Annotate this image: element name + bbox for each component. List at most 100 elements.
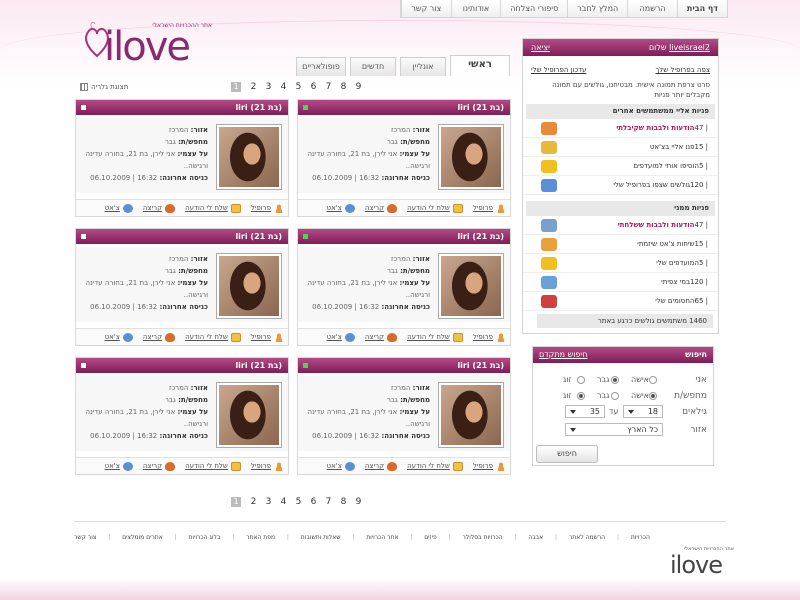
outgoing-row[interactable]: הודעות ולבבות ששלחתי | 47 [523,216,718,235]
wink-link[interactable]: קריצה [365,461,398,471]
nav-recommend[interactable]: המלץ לחבר [567,0,627,17]
page-link[interactable]: 7 [321,82,336,92]
profile-photo[interactable] [216,124,282,190]
footer-link[interactable]: הכרויות בסלולר [462,534,502,541]
age-from-select[interactable]: 18 [623,405,663,418]
area-select[interactable]: כל הארץ [565,423,663,436]
incoming-row-label[interactable]: הודעות ולבבות שקיבלתי [557,124,694,132]
profile-photo[interactable] [216,382,282,448]
chat-link[interactable]: צ'אט [327,203,355,213]
view-profile-link[interactable]: צפה בפרופיל שלך [656,66,710,74]
footer-link[interactable]: הרשמה לאתר [569,534,605,541]
profile-name-link[interactable]: liri (בת 21) [235,232,282,241]
page-link[interactable]: 8 [336,82,351,92]
page-link[interactable]: 6 [306,82,321,92]
footer-logo[interactable]: אתר ההכרויות הישראלי ilove [658,543,738,583]
i-am-woman-radio[interactable] [649,376,657,384]
i-am-man-radio[interactable] [611,376,619,384]
footer-link[interactable]: אתרים מומלצים [122,534,163,541]
page-link[interactable]: 6 [306,497,321,507]
wink-link[interactable]: קריצה [365,203,398,213]
page-link[interactable]: 8 [336,497,351,507]
footer-link[interactable]: הכרויות [631,534,650,541]
profile-name-link[interactable]: liri (בת 21) [457,103,504,112]
incoming-row[interactable]: הוסיפו אותי למועדפים | 5 [523,157,718,176]
site-logo[interactable]: אתר ההכרויות הישראלי ilove [84,8,224,70]
incoming-row-label[interactable]: פנו אליי בצ'אט [557,143,695,151]
footer-link[interactable]: צור קשר [74,534,96,541]
page-link[interactable]: 9 [351,82,366,92]
send-message-link[interactable]: שלח לי הודעה [185,203,241,213]
send-message-link[interactable]: שלח לי הודעה [185,461,241,471]
gallery-view-toggle[interactable]: תצוגת גלריה [80,83,128,91]
page-link[interactable]: 1 [231,82,241,92]
page-link[interactable]: 7 [321,497,336,507]
wink-link[interactable]: קריצה [143,461,176,471]
profile-name-link[interactable]: liri (בת 21) [457,232,504,241]
profile-link[interactable]: פרופיל [473,332,506,342]
nav-contact[interactable]: צור קשר [401,0,451,17]
footer-link[interactable]: אבבה [528,534,543,541]
profile-photo[interactable] [438,253,504,319]
page-link[interactable]: 3 [261,82,276,92]
page-link[interactable]: 3 [261,497,276,507]
seeking-woman-radio[interactable] [649,392,657,400]
profile-name-link[interactable]: liri (בת 21) [457,361,504,370]
incoming-row[interactable]: פנו אליי בצ'אט | 15 [523,138,718,157]
profile-photo[interactable] [216,253,282,319]
nav-success-stories[interactable]: סיפורי הצלחה [500,0,567,17]
edit-profile-link[interactable]: עדכון הפרופיל שלי [531,66,586,74]
incoming-row[interactable]: גולשים שצפו בפרופיל שלי | 120 [523,176,718,195]
nav-about[interactable]: אודותינו [450,0,501,17]
chat-link[interactable]: צ'אט [105,203,133,213]
i-am-couple-radio[interactable] [577,376,585,384]
profile-link[interactable]: פרופיל [473,203,506,213]
page-link[interactable]: 4 [276,82,291,92]
profile-photo[interactable] [438,382,504,448]
wink-link[interactable]: קריצה [143,332,176,342]
outgoing-row-label[interactable]: הודעות ולבבות ששלחתי [557,221,695,229]
profile-link[interactable]: פרופיל [251,203,284,213]
page-link[interactable]: 5 [291,82,306,92]
nav-home[interactable]: דף הבית [676,0,727,17]
profile-name-link[interactable]: liri (בת 21) [235,103,282,112]
wink-link[interactable]: קריצה [365,332,398,342]
outgoing-row[interactable]: במי צפיתי | 120 [523,273,718,292]
incoming-row-label[interactable]: הוסיפו אותי למועדפים [557,162,699,170]
footer-link[interactable]: פיזים [424,534,437,541]
page-link[interactable]: 9 [351,497,366,507]
tab-new[interactable]: חדשים [350,57,396,76]
profile-link[interactable]: פרופיל [251,461,284,471]
outgoing-row[interactable]: המועדפים שלי | 5 [523,254,718,273]
footer-link[interactable]: בלוג הכרויות [188,534,220,541]
profile-name-link[interactable]: liri (בת 21) [235,361,282,370]
send-message-link[interactable]: שלח לי הודעה [185,332,241,342]
page-link[interactable]: 5 [291,497,306,507]
page-link[interactable]: 2 [246,497,261,507]
profile-link[interactable]: פרופיל [473,461,506,471]
footer-link[interactable]: שאלות ותשובות [301,534,341,541]
incoming-row-label[interactable]: גולשים שצפו בפרופיל שלי [557,181,690,189]
profile-link[interactable]: פרופיל [251,332,284,342]
nav-register[interactable]: הרשמה [627,0,677,17]
footer-link[interactable]: מפת האתר [246,534,275,541]
chat-link[interactable]: צ'אט [327,332,355,342]
profile-photo[interactable] [438,124,504,190]
send-message-link[interactable]: שלח לי הודעה [407,332,463,342]
outgoing-row[interactable]: החסומים שלי | 65 [523,292,718,311]
incoming-row[interactable]: הודעות ולבבות שקיבלתי | 47 [523,119,718,138]
wink-link[interactable]: קריצה [143,203,176,213]
seeking-man-radio[interactable] [611,392,619,400]
age-to-select[interactable]: 35 [565,405,605,418]
chat-link[interactable]: צ'אט [105,332,133,342]
outgoing-row-label[interactable]: החסומים שלי [557,297,694,305]
page-link[interactable]: 2 [246,82,261,92]
chat-link[interactable]: צ'אט [105,461,133,471]
search-button[interactable]: חיפוש [536,445,598,463]
send-message-link[interactable]: שלח לי הודעה [407,461,463,471]
send-message-link[interactable]: שלח לי הודעה [407,203,463,213]
tab-popular[interactable]: פופולאריים [296,57,346,76]
outgoing-row-label[interactable]: במי צפיתי [557,278,690,286]
logout-link[interactable]: יציאה [531,39,550,56]
advanced-search-link[interactable]: חיפוש מתקדם [539,347,587,363]
